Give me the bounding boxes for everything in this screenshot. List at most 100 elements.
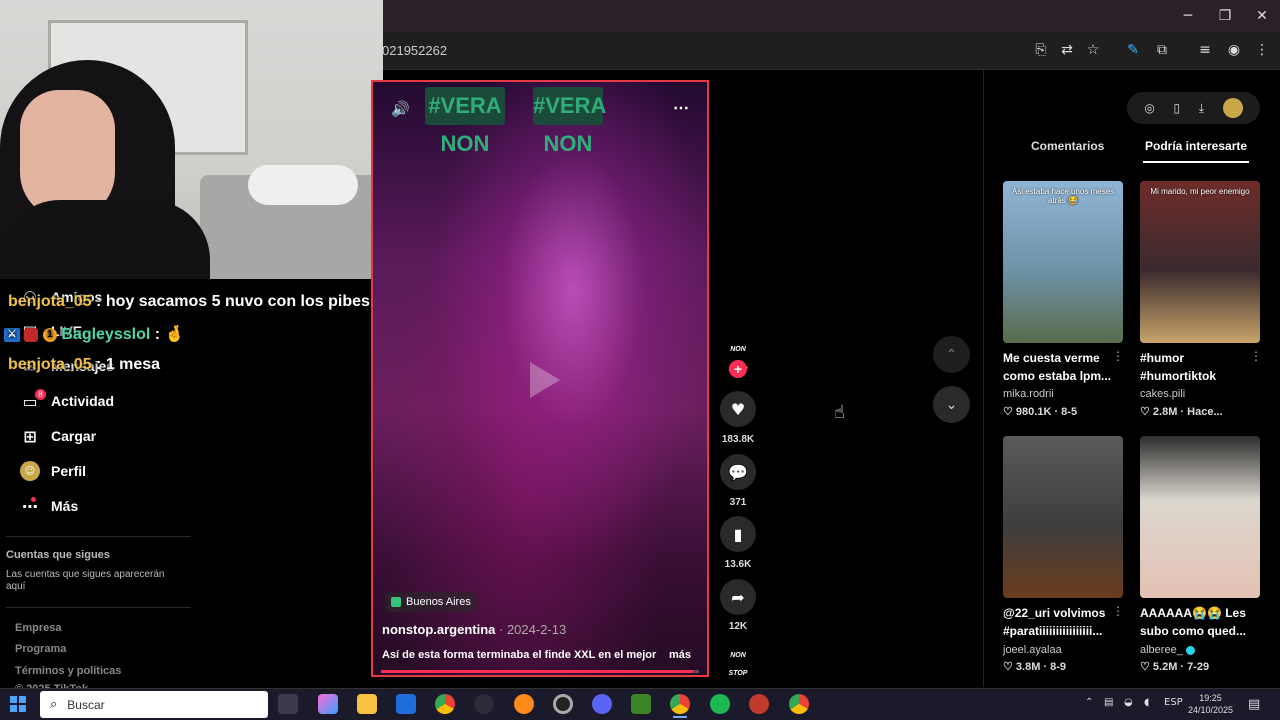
video-card-title[interactable]: AAAAAA😭😭 Les subo como qued... [1140,604,1260,640]
user-avatar[interactable] [1222,98,1243,118]
store-icon[interactable] [396,694,416,714]
comment-count: 371 [729,497,747,508]
comment-button[interactable]: 💬 [720,454,756,490]
minecraft-icon[interactable] [631,694,651,714]
share-button[interactable]: ➦ [720,579,756,615]
location-chip[interactable]: Buenos Aires [385,592,477,612]
chrome-icon[interactable] [435,694,455,714]
card-more-icon[interactable]: ⋮ [1112,349,1124,363]
app-icon[interactable] [514,694,534,714]
translate-icon[interactable]: ⇄ [1056,41,1078,59]
video-card-title[interactable]: @22_uri volvimos #paratiiiiiiiiiiiiiiii.… [1003,604,1123,640]
volume-tray-icon[interactable]: ◖ [1144,697,1149,708]
sidebar-item-profile[interactable]: ☺ Perfil [20,458,86,484]
compass-icon[interactable]: ◎ [1144,101,1154,115]
sidebar-item-upload[interactable]: ⊞ Cargar [20,423,96,449]
wifi-icon[interactable]: ◒ [1124,697,1133,708]
volume-icon[interactable]: 🔊 [391,100,410,118]
card-author-name[interactable]: alberee_ [1140,644,1183,656]
discord-icon[interactable] [592,694,612,714]
taskbar-clock[interactable]: 19:25 24/10/2025 [1188,692,1233,716]
author-name[interactable]: nonstop.argentina [382,622,495,637]
profile-icon[interactable]: ◉ [1223,41,1245,59]
extensions-puzzle-icon[interactable]: ⧉ [1151,41,1173,59]
chevron-up-icon: ⌃ [945,346,958,363]
sidebar-item-more[interactable]: ⋯ Más [20,493,78,519]
card-stats: ♡ 2.8M · Hace... [1140,406,1223,418]
copilot-icon[interactable] [318,694,338,714]
next-video-button[interactable]: ⌄ [933,386,970,423]
upload-icon: ⊞ [23,426,37,446]
video-card-thumbnail[interactable]: Mi marido, mi peor enemigo [1140,181,1260,343]
card-author[interactable]: mika.rodrii [1003,388,1054,400]
more-notification-dot [31,497,36,502]
tab-recommended[interactable]: Podría interesarte [1145,139,1247,153]
search-icon: ⌕ [50,697,58,712]
minimize-button[interactable]: ─ [1173,6,1203,26]
chat-message: ⚔ 1 Bagleysslol : 🤞 [4,324,184,344]
save-button[interactable]: ▮ [720,516,756,552]
video-card-thumbnail[interactable]: Asi estaba hace unos meses atrás 😂 [1003,181,1123,343]
browser-menu-icon[interactable]: ⋮ [1251,41,1273,59]
restore-button[interactable]: ❐ [1210,6,1240,26]
windows-start-icon[interactable] [10,696,26,712]
taskbar-search[interactable]: ⌕ Buscar [40,691,268,718]
language-indicator[interactable]: ESP [1164,697,1183,708]
follow-button[interactable]: + [729,360,747,378]
notifications-icon[interactable]: ▤ [1248,697,1260,712]
network-icon[interactable]: ▤ [1104,697,1113,708]
save-count: 13.6K [724,559,752,570]
chat-username: benjota_05 [8,293,92,310]
chrome-icon[interactable] [789,694,809,714]
extension-icon[interactable]: ✎ [1122,41,1144,59]
video-card-thumbnail[interactable] [1003,436,1123,598]
close-button[interactable]: ✕ [1247,6,1277,26]
obs-icon[interactable] [553,694,573,714]
like-button[interactable]: ♥ [720,391,756,427]
video-author[interactable]: nonstop.argentina · 2024-2-13 [382,622,566,637]
file-explorer-icon[interactable] [357,694,377,714]
sidebar-item-label: Cargar [51,428,97,444]
more-link[interactable]: más [669,649,691,661]
chat-separator: : [150,326,165,343]
pillow [248,165,358,205]
chat-separator: : [91,356,106,373]
music-disc[interactable]: NON STOP [721,647,755,677]
task-view-icon[interactable] [278,694,298,714]
card-author[interactable]: alberee_ [1140,644,1195,656]
previous-video-button[interactable]: ⌃ [933,336,970,373]
video-card-title[interactable]: Me cuesta verme como estaba lpm... [1003,349,1123,385]
card-more-icon[interactable]: ⋮ [1112,604,1124,618]
chat-badge-icon: 1 [42,327,57,342]
video-card-title[interactable]: #humor #humortiktok [1140,349,1260,385]
more-options-icon[interactable]: ⋯ [673,98,689,118]
video-description: Así de esta forma terminaba el finde XXL… [382,649,657,661]
bookmark-star-icon[interactable]: ☆ [1082,41,1104,59]
spotify-icon[interactable] [710,694,730,714]
streamer-body [0,200,210,279]
creator-avatar[interactable]: NON STOP [721,340,755,373]
phone-icon[interactable]: ▯ [1173,101,1180,115]
footer-link-terms[interactable]: Términos y políticas [15,665,121,677]
media-control-icon[interactable]: ≡ [1194,41,1216,59]
chrome-icon[interactable] [670,694,690,714]
video-player[interactable]: #VERA NON #VERA NON 🔊 ⋯ Buenos Aires non… [371,80,709,677]
card-more-icon[interactable]: ⋮ [1250,349,1262,363]
sidebar-item-label: Actividad [51,393,115,409]
card-author[interactable]: cakes.pili [1140,388,1185,400]
footer-link-company[interactable]: Empresa [15,622,61,634]
app-icon[interactable] [749,694,769,714]
card-author[interactable]: joeel.ayalaa [1003,644,1062,656]
tray-chevron-icon[interactable]: ⌃ [1085,697,1093,708]
sidebar-item-activity[interactable]: ▭ Actividad [20,388,114,414]
install-app-icon[interactable]: ⎘ [1030,41,1052,59]
video-card-thumbnail[interactable] [1140,436,1260,598]
card-stats: ♡ 3.8M · 8-9 [1003,661,1067,673]
url-text[interactable]: 021952262 [382,43,447,58]
download-icon[interactable]: ⤓ [1199,101,1204,116]
progress-bar[interactable] [381,670,699,673]
play-icon[interactable] [530,362,560,398]
footer-link-program[interactable]: Programa [15,643,66,655]
tab-comments[interactable]: Comentarios [1031,139,1104,153]
app-icon[interactable] [474,694,494,714]
